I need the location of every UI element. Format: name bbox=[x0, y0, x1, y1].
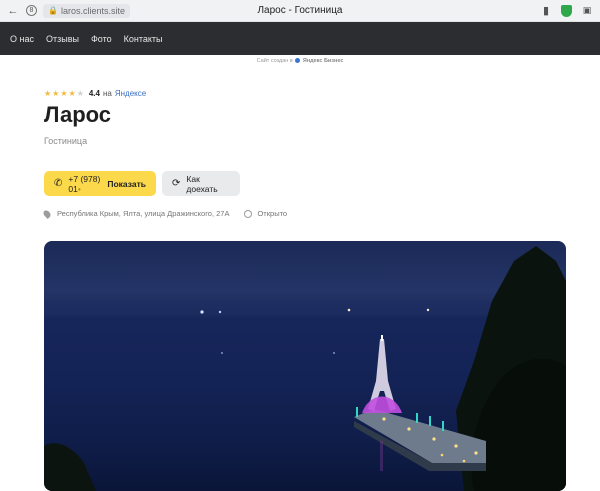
star-icon: ★ bbox=[52, 88, 60, 98]
clock-icon bbox=[244, 209, 253, 218]
rating-stars: ★ ★ ★ ★ ★ bbox=[44, 88, 84, 98]
tab-title: Ларос - Гостиница bbox=[257, 5, 343, 16]
address-line: Республика Крым, Ялта, улица Дражинского… bbox=[42, 208, 600, 219]
rating-on-label: на bbox=[102, 89, 112, 98]
created-by-banner[interactable]: Сайт создан в Яндекс Бизнес bbox=[0, 55, 600, 67]
nav-item-contacts[interactable]: Контакты bbox=[124, 34, 163, 44]
site-navigation: О нас Отзывы Фото Контакты bbox=[0, 22, 600, 55]
star-icon: ★ bbox=[44, 88, 52, 98]
open-status[interactable]: Открыто bbox=[257, 209, 287, 218]
action-buttons: ✆ +7 (978) 01• Показать ⟳ Как доехать bbox=[44, 171, 600, 196]
location-pin-icon bbox=[42, 208, 52, 219]
rating-source-link[interactable]: Яндексе bbox=[115, 89, 146, 98]
phone-number: +7 (978) 01• bbox=[68, 173, 101, 194]
phone-icon: ✆ bbox=[54, 178, 63, 189]
star-icon: ★ bbox=[68, 88, 76, 98]
address-text[interactable]: Республика Крым, Ялта, улица Дражинского… bbox=[57, 209, 229, 218]
browser-toolbar: ← 8 🔒 laros.clients.site Ларос - Гостини… bbox=[0, 0, 600, 22]
site-info-icon[interactable]: 8 bbox=[26, 5, 37, 16]
nav-item-about[interactable]: О нас bbox=[10, 34, 34, 44]
nav-item-photos[interactable]: Фото bbox=[91, 34, 112, 44]
shield-icon[interactable] bbox=[561, 4, 572, 17]
bookmark-icon[interactable]: ▮ bbox=[539, 4, 553, 18]
url-text: laros.clients.site bbox=[60, 5, 125, 16]
yandex-business-icon bbox=[295, 58, 301, 64]
star-empty-icon: ★ bbox=[76, 88, 84, 98]
route-icon: ⟳ bbox=[172, 178, 181, 189]
back-arrow-icon[interactable]: ← bbox=[6, 4, 20, 18]
created-by-brand: Яндекс Бизнес bbox=[302, 58, 344, 64]
page-title: Ларос bbox=[44, 102, 112, 127]
business-category: Гостиница bbox=[44, 136, 88, 146]
nav-item-reviews[interactable]: Отзывы bbox=[46, 34, 79, 44]
route-label: Как доехать bbox=[186, 173, 218, 194]
star-icon: ★ bbox=[60, 88, 68, 98]
hero-photo-illustration bbox=[44, 246, 566, 491]
address-bar[interactable]: 🔒 laros.clients.site bbox=[43, 3, 130, 18]
route-button[interactable]: ⟳ Как доехать bbox=[162, 171, 240, 196]
rating-score: 4.4 bbox=[88, 89, 100, 98]
show-phone-label: Показать bbox=[107, 178, 146, 189]
rating: ★ ★ ★ ★ ★ 4.4 на Яндексе bbox=[44, 89, 600, 98]
created-by-text: Сайт создан в bbox=[256, 58, 293, 64]
business-header: ★ ★ ★ ★ ★ 4.4 на Яндексе Ларос Гостиница… bbox=[0, 89, 600, 219]
translate-icon[interactable]: ▣ bbox=[580, 4, 594, 18]
show-phone-button[interactable]: ✆ +7 (978) 01• Показать bbox=[44, 171, 156, 196]
lock-icon: 🔒 bbox=[48, 6, 58, 15]
hero-photo[interactable] bbox=[44, 241, 566, 491]
